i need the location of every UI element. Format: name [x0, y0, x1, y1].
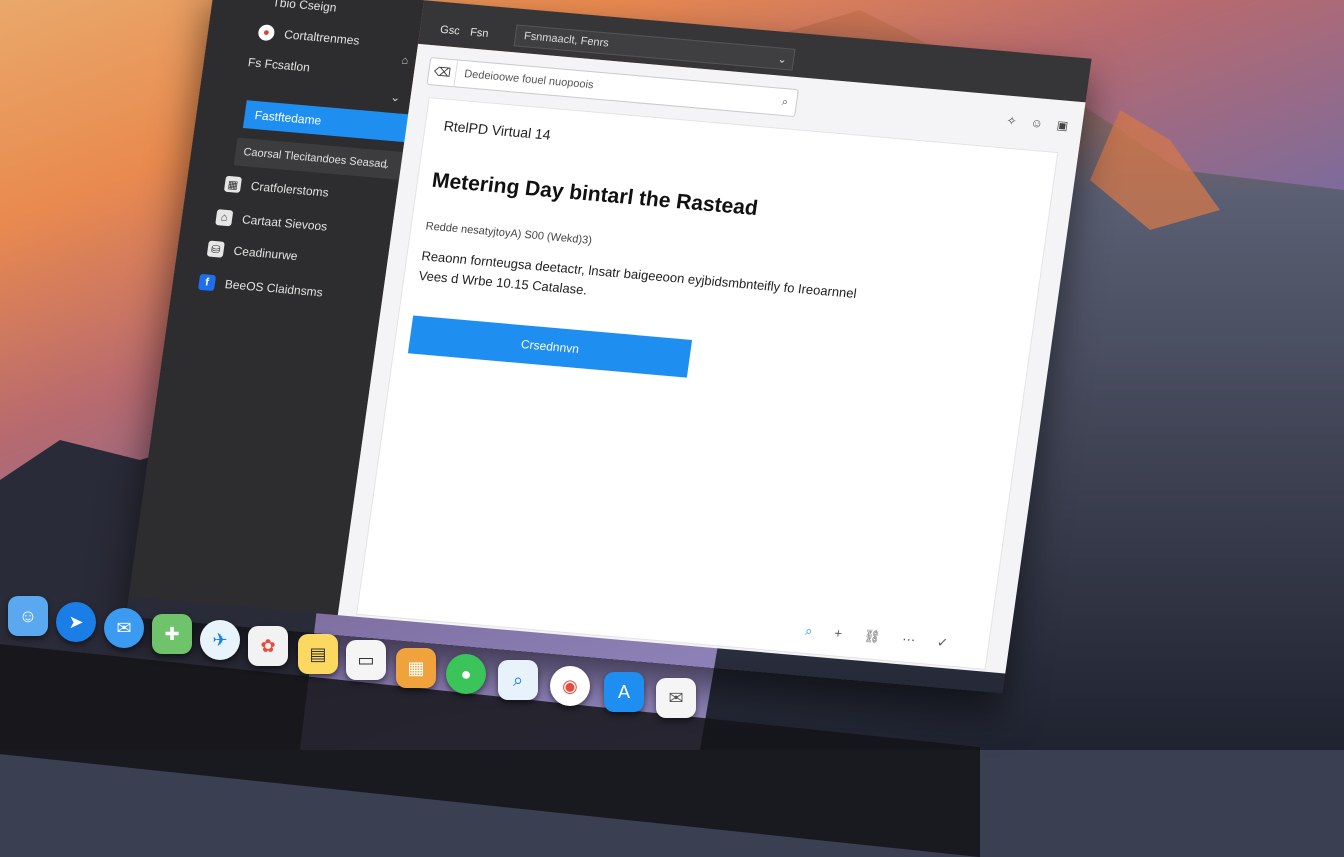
mail-icon[interactable]: ✉ [656, 678, 696, 718]
back-icon[interactable]: ⌫ [427, 58, 459, 87]
home-icon: ⌂ [215, 209, 234, 227]
sidebar-item-label: Cortaltrenmes [283, 27, 361, 48]
page-title: Metering Day bintarl the Rastead [430, 168, 760, 221]
subtitle: Redde nesatyjtoyA) S00 (Wekd)3) [424, 220, 593, 247]
disk-icon: ⛁ [206, 240, 225, 258]
view-select-value: Fsnmaaclt, Fenrs [523, 30, 610, 50]
contacts-icon[interactable]: ▦ [396, 648, 436, 688]
photos-icon[interactable]: ✿ [248, 626, 288, 666]
sidebar-item-label: Fastftedame [253, 108, 323, 128]
facetime-icon[interactable]: ● [446, 654, 486, 694]
messages-icon[interactable]: ✉ [104, 608, 144, 648]
grid-icon: ▦ [223, 175, 243, 193]
compass-icon[interactable]: ✈ [200, 620, 240, 660]
tab-first[interactable]: Gsc [439, 24, 460, 38]
sidebar-item-disk[interactable]: ⛁ Ceadinurwe [206, 240, 299, 264]
sidebar-item-record[interactable]: ● Cortaltrenmes [257, 24, 360, 49]
text-edit-icon[interactable]: ▭ [346, 640, 386, 680]
maps-icon[interactable]: ✚ [152, 614, 192, 654]
sidebar-dropdown[interactable]: Caorsal Tlecitandoes Seasad ⌄ [233, 137, 407, 181]
sidebar-item-label: Tbio Cseign [271, 0, 338, 15]
notes-icon[interactable]: ▤ [298, 634, 338, 674]
chrome-icon[interactable]: ◉ [550, 666, 590, 706]
sidebar-item-home[interactable]: ⌂ Cartaat Sievoos [215, 209, 328, 235]
breadcrumb: RtelPD Virtual 14 [442, 117, 552, 143]
sidebar-item-label: BeeOS Claidnsms [224, 277, 324, 300]
sidebar-item-facebook[interactable]: f BeeOS Claidnsms [197, 273, 324, 301]
toolbar-icons: ✧ ☺ ▣ [1006, 114, 1069, 133]
star-icon[interactable]: ✧ [1006, 114, 1018, 129]
sidebar-item-grid[interactable]: ▦ Cratfolerstoms [223, 175, 330, 201]
chevron-down-icon: ⌄ [379, 157, 392, 172]
sidebar-item-app[interactable]: Tbio Cseign [272, 0, 338, 15]
sidebar-item-label: Fs Fcsatlon [247, 55, 311, 75]
record-icon: ● [257, 24, 276, 42]
settings-icon[interactable]: ▣ [1056, 118, 1069, 133]
user-icon[interactable]: ☺ [1030, 116, 1044, 131]
sidebar-item-label: Cartaat Sievoos [241, 212, 329, 234]
sidebar-item-selected[interactable]: Fastftedame [242, 100, 417, 143]
search-input[interactable]: Dedeioowe fouel nuopoois [455, 67, 774, 107]
sidebar-item-folder[interactable]: Fs Fcsatlon [247, 55, 311, 74]
safari-icon[interactable]: ➤ [56, 602, 96, 642]
dock: ☺ ➤ ✉ ✚ ✈ ✿ ▤ ▭ ▦ ● ⌕ ◉ A ✉ [0, 582, 1000, 857]
tab-second[interactable]: Fsn [469, 26, 489, 39]
lock-icon[interactable]: ⌂ [401, 55, 409, 67]
chevron-down-icon: ⌄ [776, 52, 788, 66]
primary-button[interactable]: Crsednnvn [407, 315, 693, 378]
chevron-down-icon[interactable]: ⌄ [390, 90, 402, 105]
sidebar-dropdown-label: Caorsal Tlecitandoes Seasad [242, 146, 388, 171]
sidebar-item-label: Cratfolerstoms [249, 178, 330, 200]
search-icon[interactable]: ⌕ [773, 95, 797, 110]
finder-icon[interactable]: ☺ [8, 596, 48, 636]
app-store-icon[interactable]: A [604, 672, 644, 712]
preview-icon[interactable]: ⌕ [498, 660, 538, 700]
facebook-icon: f [197, 273, 217, 292]
main-panel: ⌫ Dedeioowe fouel nuopoois ⌕ ✧ ☺ ▣ RtelP… [337, 43, 1086, 674]
sidebar-item-label: Ceadinurwe [232, 243, 299, 264]
